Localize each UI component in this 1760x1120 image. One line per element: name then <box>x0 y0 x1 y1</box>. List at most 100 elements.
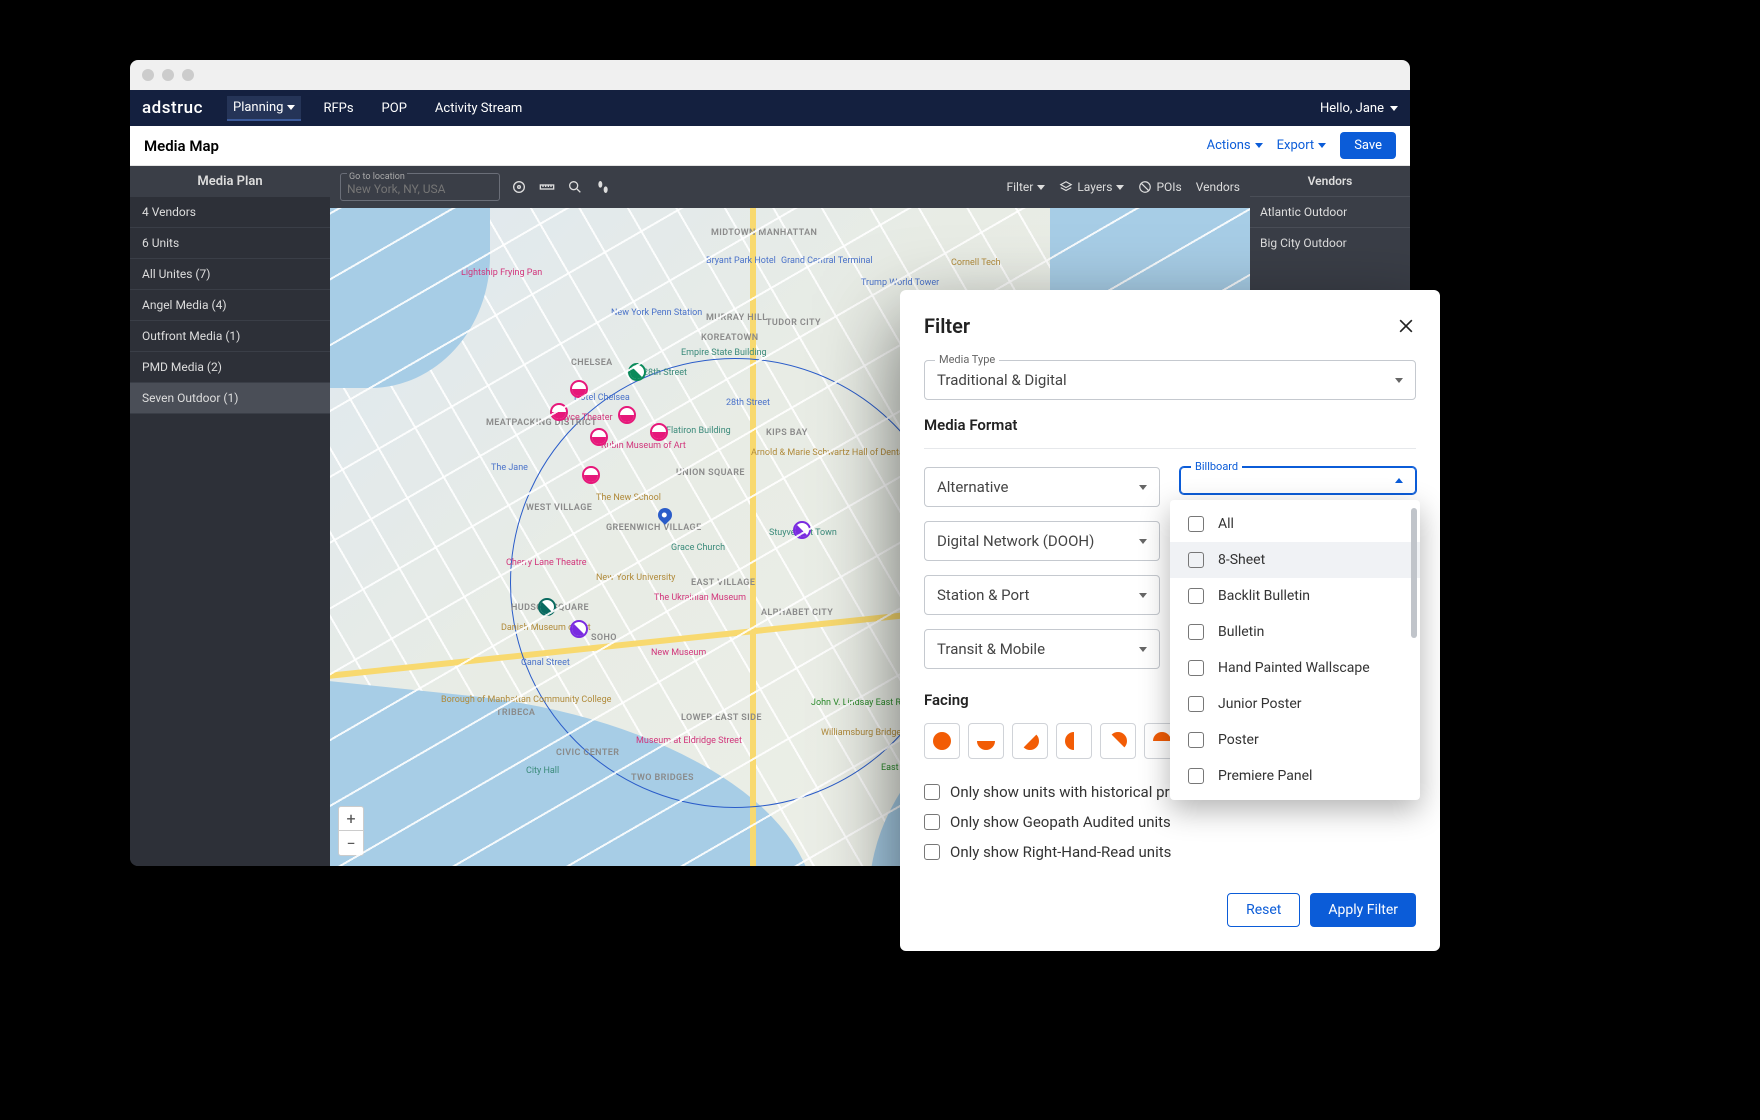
sidebar-row[interactable]: Seven Outdoor (1) <box>130 383 330 414</box>
poi-label: Cherry Lane Theatre <box>505 558 587 568</box>
actions-menu[interactable]: Actions <box>1207 138 1263 153</box>
poi-label: The Jane <box>490 463 529 473</box>
target-icon[interactable] <box>510 178 528 196</box>
nav-rfps[interactable]: RFPs <box>317 97 359 120</box>
sidebar-row[interactable]: 6 Units <box>130 228 330 259</box>
checkbox-icon <box>924 784 940 800</box>
filter-title: Filter <box>924 314 970 338</box>
facing-option[interactable] <box>924 723 960 759</box>
vendor-row[interactable]: Atlantic Outdoor <box>1250 196 1410 227</box>
checkbox-icon <box>1188 696 1204 712</box>
format-select-digital-network[interactable]: Digital Network (DOOH) <box>924 521 1160 561</box>
pois-chip[interactable]: POIs <box>1138 180 1181 194</box>
poi-label: Joyce Theater <box>555 413 614 423</box>
dropdown-option[interactable]: Premiere Panel <box>1170 758 1420 794</box>
vendors-chip[interactable]: Vendors <box>1196 180 1240 194</box>
dropdown-option[interactable]: Backlit Bulletin <box>1170 578 1420 614</box>
poi-label: New York University <box>595 573 676 583</box>
nav-pop[interactable]: POP <box>376 97 413 120</box>
nav-planning[interactable]: Planning <box>227 96 301 121</box>
search-input[interactable] <box>347 182 493 196</box>
nav-activity-stream[interactable]: Activity Stream <box>429 97 528 120</box>
sidebar-row[interactable]: 4 Vendors <box>130 197 330 228</box>
dropdown-option[interactable]: Junior Poster <box>1170 686 1420 722</box>
apply-filter-button[interactable]: Apply Filter <box>1310 893 1416 927</box>
sidebar-row[interactable]: PMD Media (2) <box>130 352 330 383</box>
map-pin[interactable] <box>538 598 556 616</box>
chevron-down-icon <box>1395 378 1403 383</box>
user-menu[interactable]: Hello, Jane <box>1320 101 1398 116</box>
chevron-up-icon <box>1395 478 1403 483</box>
sidebar-row[interactable]: Angel Media (4) <box>130 290 330 321</box>
location-search[interactable]: Go to location <box>340 173 500 201</box>
footprints-icon[interactable] <box>594 178 612 196</box>
vendor-row[interactable]: Big City Outdoor <box>1250 227 1410 258</box>
chevron-down-icon <box>1318 143 1326 148</box>
poi-label: Williamsburg Bridge <box>820 728 902 738</box>
zoom-out-button[interactable]: − <box>339 831 363 855</box>
facing-option[interactable] <box>1056 723 1092 759</box>
facing-option[interactable] <box>1012 723 1048 759</box>
dropdown-option[interactable]: Poster <box>1170 722 1420 758</box>
poi-label: The New School <box>595 493 662 503</box>
facing-option[interactable] <box>1100 723 1136 759</box>
chevron-down-icon <box>287 105 295 110</box>
dropdown-option[interactable]: Bulletin <box>1170 614 1420 650</box>
format-select-billboard[interactable]: Billboard <box>1180 467 1416 494</box>
poi-label: Trump World Tower <box>860 278 940 288</box>
poi-label: New Museum <box>650 648 707 658</box>
format-select-alternative[interactable]: Alternative <box>924 467 1160 507</box>
sidebar-row[interactable]: All Unites (7) <box>130 259 330 290</box>
media-type-select[interactable]: Media Type Traditional & Digital <box>924 360 1416 400</box>
format-select-transit-mobile[interactable]: Transit & Mobile <box>924 629 1160 669</box>
save-button[interactable]: Save <box>1340 132 1396 159</box>
sidebar-row[interactable]: Outfront Media (1) <box>130 321 330 352</box>
layers-chip[interactable]: Layers <box>1059 180 1124 194</box>
zoom-control: + − <box>338 806 364 856</box>
checkbox-icon <box>1188 516 1204 532</box>
zoom-in-button[interactable]: + <box>339 807 363 831</box>
map-pin[interactable] <box>650 423 668 441</box>
map-pin[interactable] <box>582 466 600 484</box>
district-label: CIVIC CENTER <box>555 748 620 758</box>
district-label: SOHO <box>590 633 618 643</box>
map-pin[interactable] <box>550 403 568 421</box>
map-pin[interactable] <box>570 380 588 398</box>
dropdown-option[interactable]: 8-Sheet <box>1170 542 1420 578</box>
district-label: TWO BRIDGES <box>630 773 695 783</box>
poi-label: Flatiron Building <box>665 426 732 436</box>
checkbox-icon <box>1188 660 1204 676</box>
traffic-light-min[interactable] <box>162 69 174 81</box>
checkbox-icon <box>924 814 940 830</box>
reset-button[interactable]: Reset <box>1227 893 1300 927</box>
map-pin[interactable] <box>570 620 588 638</box>
map-pin[interactable] <box>618 406 636 424</box>
dropdown-option[interactable]: All <box>1170 506 1420 542</box>
map-toolbar: Go to location Filter Layers <box>330 166 1250 208</box>
filter-chip[interactable]: Filter <box>1006 180 1045 194</box>
center-marker-icon[interactable] <box>655 505 675 525</box>
search-icon[interactable] <box>566 178 584 196</box>
close-icon[interactable] <box>1396 316 1416 336</box>
poi-label: Borough of Manhattan Community College <box>440 695 612 705</box>
traffic-light-close[interactable] <box>142 69 154 81</box>
facing-option[interactable] <box>968 723 1004 759</box>
traffic-light-max[interactable] <box>182 69 194 81</box>
map-pin[interactable] <box>590 428 608 446</box>
highway <box>750 208 756 866</box>
ruler-icon[interactable] <box>538 178 556 196</box>
export-menu[interactable]: Export <box>1277 138 1327 153</box>
map-pin[interactable] <box>628 363 646 381</box>
water-shape <box>330 680 832 866</box>
dropdown-option[interactable]: Hand Painted Wallscape <box>1170 650 1420 686</box>
poi-label: Lightship Frying Pan <box>460 268 543 278</box>
checkbox-geopath-audited[interactable]: Only show Geopath Audited units <box>924 807 1416 837</box>
chevron-down-icon <box>1139 485 1147 490</box>
map-pin[interactable] <box>793 521 811 539</box>
scrollbar[interactable] <box>1411 508 1417 638</box>
format-select-station-port[interactable]: Station & Port <box>924 575 1160 615</box>
field-label: Billboard <box>1191 460 1242 473</box>
checkbox-right-hand-read[interactable]: Only show Right-Hand-Read units <box>924 837 1416 867</box>
checkbox-icon <box>1188 768 1204 784</box>
poi-label: 28th Street <box>642 368 688 378</box>
